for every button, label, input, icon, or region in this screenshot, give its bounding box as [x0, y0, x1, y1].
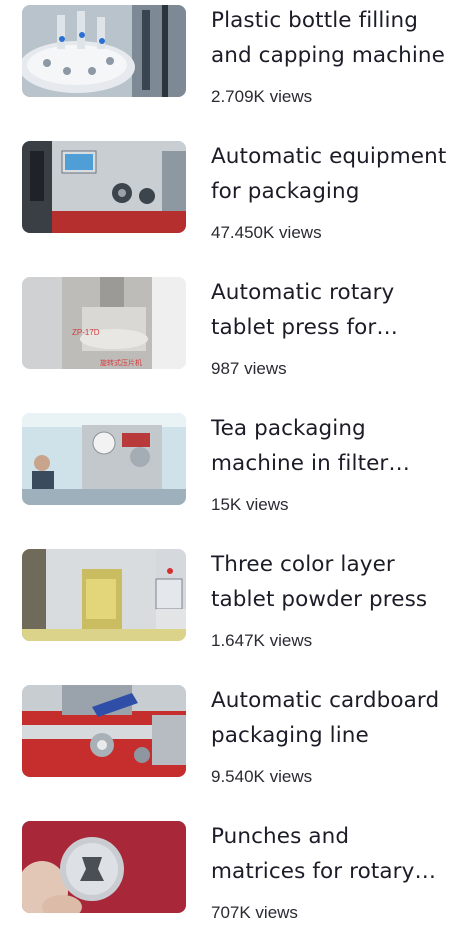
video-title[interactable]: Punches and matrices for rotary tablet p… — [211, 819, 447, 889]
video-title[interactable]: Tea packaging machine in filter bags — [211, 411, 447, 481]
tea-packaging-machine-thumbnail[interactable] — [22, 413, 186, 505]
video-item[interactable]: Automatic cardboard packaging line 9.540… — [0, 680, 463, 816]
video-title[interactable]: Automatic equipment for packaging — [211, 139, 447, 209]
video-item[interactable]: Tea packaging machine in filter bags 15K… — [0, 408, 463, 544]
tablet-powder-press-thumbnail[interactable] — [22, 549, 186, 641]
video-item[interactable]: Automatic equipment for packaging 47.450… — [0, 136, 463, 272]
video-title[interactable]: Plastic bottle filling and capping machi… — [211, 3, 447, 73]
view-count: 47.450K views — [211, 223, 322, 242]
view-count: 9.540K views — [211, 767, 313, 786]
view-count: 2.709K views — [211, 87, 313, 106]
video-title[interactable]: Automatic rotary tablet press for pharma… — [211, 275, 447, 345]
video-title[interactable]: Automatic cardboard packaging line — [211, 683, 447, 753]
view-count: 15K views — [211, 495, 289, 514]
video-item[interactable]: ZP-17D 旋转式压片机 Automatic rotary tablet pr… — [0, 272, 463, 408]
svg-text:ZP-17D: ZP-17D — [72, 328, 100, 337]
view-count: 707K views — [211, 903, 298, 922]
video-item[interactable]: Three color layer tablet powder press 1.… — [0, 544, 463, 680]
rotary-tablet-press-thumbnail[interactable]: ZP-17D 旋转式压片机 — [22, 277, 186, 369]
view-count: 987 views — [211, 359, 287, 378]
punches-matrices-thumbnail[interactable] — [22, 821, 186, 913]
video-item[interactable]: Plastic bottle filling and capping machi… — [0, 0, 463, 136]
video-item[interactable]: Punches and matrices for rotary tablet p… — [0, 816, 463, 925]
bottle-filling-machine-thumbnail[interactable] — [22, 5, 186, 97]
video-list: Plastic bottle filling and capping machi… — [0, 0, 463, 925]
automatic-equipment-thumbnail[interactable] — [22, 141, 186, 233]
view-count: 1.647K views — [211, 631, 313, 650]
cardboard-packaging-thumbnail[interactable] — [22, 685, 186, 777]
svg-text:旋转式压片机: 旋转式压片机 — [100, 358, 142, 367]
video-title[interactable]: Three color layer tablet powder press — [211, 547, 447, 617]
